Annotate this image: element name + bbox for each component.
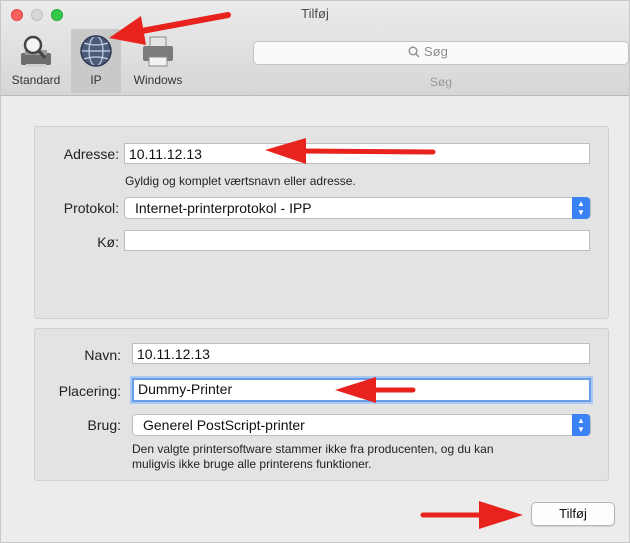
arrow-to-add-button — [420, 501, 523, 529]
arrow-to-ip-icon — [109, 12, 231, 45]
annotation-arrows — [109, 12, 523, 529]
arrow-to-address-field — [265, 138, 436, 164]
add-printer-window: Tilføj Standard IP Windows Søg Søg Adres… — [0, 0, 630, 543]
arrow-to-location-field — [335, 377, 416, 403]
